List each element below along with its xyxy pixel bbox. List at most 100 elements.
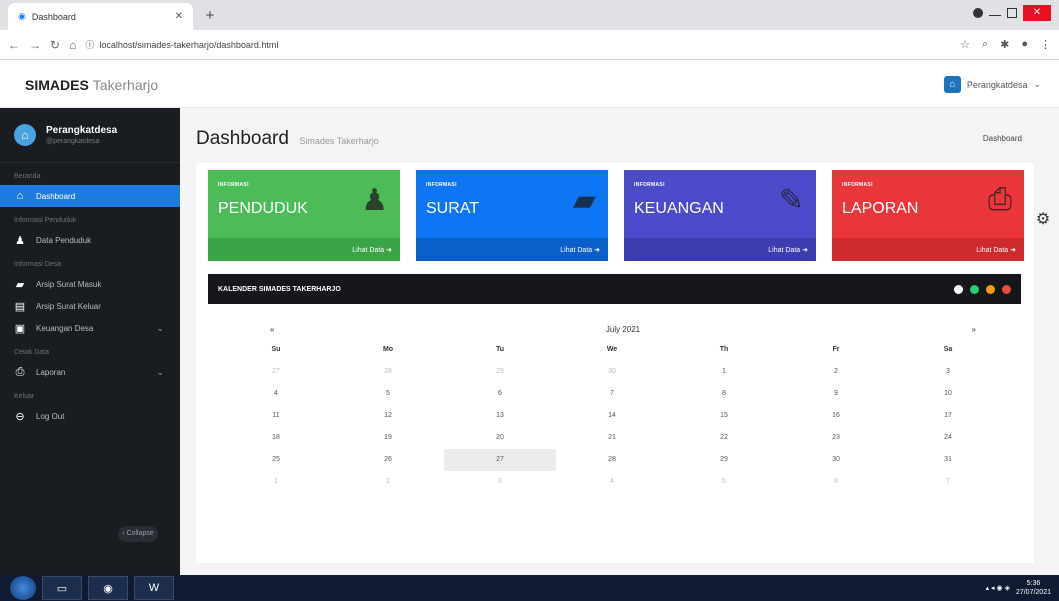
search-icon[interactable]: ⌕	[982, 38, 988, 51]
calendar-day[interactable]: 25	[220, 449, 332, 471]
print-icon: ⎙	[988, 183, 1012, 216]
lihat-data-link[interactable]: Lihat Data ➜	[208, 238, 400, 261]
minimize-button[interactable]	[989, 10, 1001, 16]
word-taskbar-icon[interactable]: W	[134, 576, 174, 600]
calendar-day[interactable]: 1	[220, 471, 332, 493]
sidebar-item-logout[interactable]: ⊖ Log Out	[0, 405, 180, 427]
lihat-data-link[interactable]: Lihat Data ➜	[624, 238, 816, 261]
home-browser-icon[interactable]: ⌂	[69, 38, 76, 52]
maximize-button[interactable]	[1007, 8, 1017, 18]
tool-dot[interactable]	[954, 284, 963, 294]
bookmark-star-icon[interactable]: ☆	[960, 38, 970, 51]
calendar-day[interactable]: 23	[780, 427, 892, 449]
lihat-data-link[interactable]: Lihat Data ➜	[416, 238, 608, 261]
calendar-day[interactable]: 3	[892, 361, 1004, 383]
calendar-day[interactable]: 13	[444, 405, 556, 427]
calendar-day[interactable]: 30	[780, 449, 892, 471]
calendar-day[interactable]: 4	[220, 383, 332, 405]
chevron-down-icon: ⌄	[156, 322, 164, 333]
tab-close-icon[interactable]: ✕	[175, 11, 183, 22]
tool-dot[interactable]	[986, 284, 995, 294]
url-field[interactable]: ⓘ localhost/simades-takerharjo/dashboard…	[85, 34, 951, 56]
sidebar-item-laporan[interactable]: ⎙ Laporan ⌄	[0, 361, 180, 383]
calendar-day[interactable]: 18	[220, 427, 332, 449]
calendar-day[interactable]: 21	[556, 427, 668, 449]
calendar-month[interactable]: July 2021	[606, 325, 640, 341]
gear-icon[interactable]: ⚙	[1032, 209, 1054, 231]
tool-dot[interactable]	[970, 284, 979, 294]
calendar-day[interactable]: 24	[892, 427, 1004, 449]
calendar-day[interactable]: 29	[668, 449, 780, 471]
forward-icon[interactable]: →	[29, 38, 41, 52]
sidebar-item-surat-keluar[interactable]: ▤ Arsip Surat Keluar	[0, 295, 180, 317]
tab-favicon-icon: ◉	[18, 11, 26, 21]
new-tab-button[interactable]: +	[201, 7, 219, 25]
calendar-day[interactable]: 2	[780, 361, 892, 383]
calendar-day[interactable]: 14	[556, 405, 668, 427]
menu-dots-icon[interactable]: ⋮	[1040, 38, 1051, 51]
explorer-taskbar-icon[interactable]: ▭	[42, 576, 82, 600]
info-box-title: KEUANGAN	[634, 200, 724, 217]
calendar-day[interactable]: 10	[892, 383, 1004, 405]
back-icon[interactable]: ←	[8, 38, 20, 52]
calendar-day[interactable]: 5	[668, 471, 780, 493]
user-menu[interactable]: ⌂ Perangkatdesa ⌄	[943, 76, 1041, 93]
calendar-day[interactable]: 17	[892, 405, 1004, 427]
calendar-nav: « July 2021 »	[220, 325, 1004, 341]
calendar-day[interactable]: 31	[892, 449, 1004, 471]
browser-tab[interactable]: ◉ Dashboard ✕	[8, 3, 193, 30]
extension-puzzle-icon[interactable]: ✱	[1000, 38, 1009, 51]
tool-dot[interactable]	[1002, 284, 1011, 294]
calendar-day[interactable]: 1	[668, 361, 780, 383]
reload-icon[interactable]: ↻	[50, 38, 60, 52]
calendar-day[interactable]: 19	[332, 427, 444, 449]
calendar-day[interactable]: 15	[668, 405, 780, 427]
page-title: Dashboard	[196, 128, 289, 149]
sidebar-item-dashboard[interactable]: ⌂ Dashboard	[0, 185, 180, 207]
info-icon[interactable]: ⓘ	[85, 38, 94, 51]
lihat-data-link[interactable]: Lihat Data ➜	[832, 238, 1024, 261]
link-label: Lihat Data	[560, 247, 593, 254]
profile-icon[interactable]	[973, 8, 983, 18]
calendar-day[interactable]: 7	[556, 383, 668, 405]
prev-month-button[interactable]: «	[270, 325, 274, 341]
calendar-day[interactable]: 20	[444, 427, 556, 449]
tray-icons[interactable]: ▴ ◂ ◉ ◈	[986, 584, 1010, 592]
calendar-day[interactable]: 7	[892, 471, 1004, 493]
window-close-button[interactable]: ✕	[1023, 5, 1051, 21]
calendar-day[interactable]: 4	[556, 471, 668, 493]
calendar-day[interactable]: 27	[444, 449, 556, 471]
calendar-day[interactable]: 30	[556, 361, 668, 383]
sidebar-item-data-penduduk[interactable]: ♟ Data Penduduk	[0, 229, 180, 251]
clock[interactable]: 5:36 27/07/2021	[1016, 579, 1051, 597]
brand-logo[interactable]: SIMADES Takerharjo	[25, 77, 158, 93]
calendar-day[interactable]: 5	[332, 383, 444, 405]
calendar-day[interactable]: 28	[332, 361, 444, 383]
calendar-day[interactable]: 28	[556, 449, 668, 471]
inbox-icon: ▰	[15, 278, 25, 291]
calendar-day[interactable]: 12	[332, 405, 444, 427]
calendar-day[interactable]: 16	[780, 405, 892, 427]
collapse-button[interactable]: ‹ Collapse	[118, 526, 158, 542]
sidebar-item-surat-masuk[interactable]: ▰ Arsip Surat Masuk	[0, 273, 180, 295]
calendar-day[interactable]: 6	[444, 383, 556, 405]
calendar-day[interactable]: 8	[668, 383, 780, 405]
calendar-day[interactable]: 3	[444, 471, 556, 493]
calendar-day[interactable]: 9	[780, 383, 892, 405]
system-tray: ▴ ◂ ◉ ◈ 5:36 27/07/2021	[986, 579, 1059, 597]
calendar-day[interactable]: 26	[332, 449, 444, 471]
calendar-day[interactable]: 22	[668, 427, 780, 449]
calendar-day[interactable]: 29	[444, 361, 556, 383]
calendar-day[interactable]: 2	[332, 471, 444, 493]
calendar-day[interactable]: 6	[780, 471, 892, 493]
start-button[interactable]	[10, 576, 36, 600]
calendar-dow: Sa	[943, 346, 953, 353]
sidebar-item-keuangan-desa[interactable]: ▣ Keuangan Desa ⌄	[0, 317, 180, 339]
calendar-day[interactable]: 11	[220, 405, 332, 427]
arrow-circle-icon: ➜	[594, 247, 600, 254]
account-icon[interactable]: ●	[1021, 38, 1028, 51]
calendar-day[interactable]: 27	[220, 361, 332, 383]
chrome-taskbar-icon[interactable]: ◉	[88, 576, 128, 600]
breadcrumb[interactable]: Dashboard	[983, 134, 1022, 143]
next-month-button[interactable]: »	[972, 325, 976, 341]
